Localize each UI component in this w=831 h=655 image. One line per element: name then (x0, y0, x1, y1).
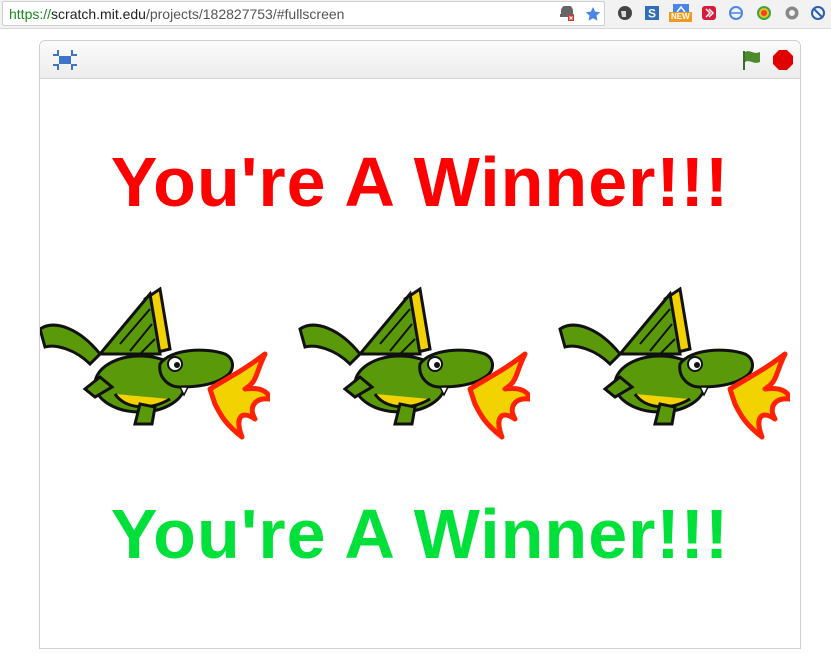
extension-red-icon[interactable] (701, 5, 717, 21)
extension-gear-icon[interactable] (784, 5, 800, 21)
stage[interactable]: You're A Winner!!! You're A Winner!!! (39, 79, 800, 648)
url-text[interactable]: https://scratch.mit.edu/projects/1828277… (9, 6, 344, 22)
extension-sync-icon[interactable] (728, 5, 744, 21)
dragon-sprite-2[interactable] (280, 259, 530, 459)
site-settings-icon[interactable] (559, 6, 575, 22)
stop-icon[interactable] (772, 49, 794, 71)
new-badge: NEW (669, 12, 692, 22)
dragon-sprite-3[interactable] (540, 259, 790, 459)
winner-text-bottom: You're A Winner!!! (110, 495, 730, 573)
bookmark-star-icon[interactable] (585, 6, 601, 22)
scratch-player: You're A Winner!!! You're A Winner!!! (39, 40, 801, 649)
extension-s-icon[interactable]: S (644, 5, 660, 21)
url-host: scratch.mit.edu (51, 6, 146, 22)
address-bar[interactable]: https://scratch.mit.edu/projects/1828277… (2, 1, 605, 26)
browser-toolbar: https://scratch.mit.edu/projects/1828277… (0, 0, 831, 29)
exit-fullscreen-icon[interactable] (52, 50, 78, 70)
extension-new-icon[interactable]: NEW (669, 3, 693, 23)
svg-text:S: S (648, 7, 656, 21)
player-controls (40, 41, 800, 79)
dragon-sprite-1[interactable] (39, 259, 270, 459)
extension-evernote-icon[interactable] (617, 5, 633, 21)
url-scheme: https:// (9, 6, 52, 22)
url-path: /projects/182827753/#fullscreen (145, 6, 345, 22)
extension-color-icon[interactable] (756, 5, 772, 21)
extension-block-icon[interactable] (810, 5, 826, 21)
winner-text-top: You're A Winner!!! (110, 143, 730, 221)
green-flag-icon[interactable] (740, 49, 762, 71)
